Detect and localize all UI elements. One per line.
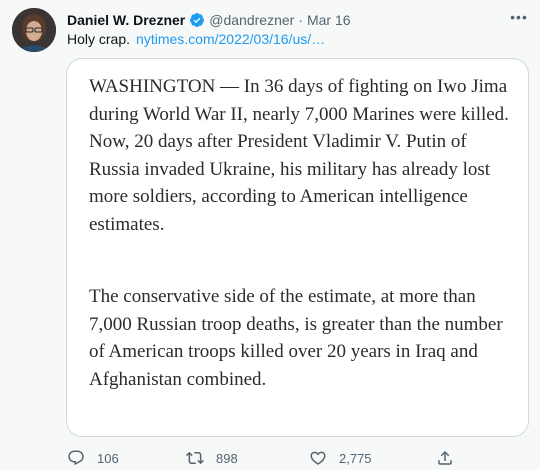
retweet-button[interactable]: 898 <box>186 448 238 468</box>
tweet-text-content: Holy crap. <box>67 31 131 47</box>
share-button[interactable] <box>436 448 454 468</box>
retweet-icon <box>186 449 204 467</box>
separator-dot: · <box>298 12 303 28</box>
reply-button[interactable]: 106 <box>67 448 119 468</box>
like-icon <box>309 449 327 467</box>
tweet-text: Holy crap. nytimes.com/2022/03/16/us/… <box>67 31 325 47</box>
more-icon[interactable]: ••• <box>510 10 528 24</box>
avatar[interactable] <box>12 8 56 52</box>
reply-icon <box>67 449 85 467</box>
verified-badge-icon <box>189 12 205 28</box>
author-handle[interactable]: @dandrezner <box>209 12 294 28</box>
retweet-count: 898 <box>216 450 238 466</box>
quote-paragraph: WASHINGTON — In 36 days of fighting on I… <box>89 76 509 235</box>
share-icon <box>436 449 454 467</box>
reply-count: 106 <box>97 450 119 466</box>
tweet-link[interactable]: nytimes.com/2022/03/16/us/… <box>136 31 325 47</box>
tweet-date[interactable]: Mar 16 <box>307 12 351 28</box>
quoted-article-image[interactable]: WASHINGTON — In 36 days of fighting on I… <box>66 58 529 437</box>
like-count: 2,775 <box>339 450 372 466</box>
quote-paragraph: The conservative side of the estimate, a… <box>89 286 503 390</box>
like-button[interactable]: 2,775 <box>309 448 372 468</box>
author-name[interactable]: Daniel W. Drezner <box>67 12 185 28</box>
tweet-actions: 106 898 2,775 <box>67 448 537 468</box>
tweet[interactable]: Daniel W. Drezner @dandrezner · Mar 16 •… <box>0 0 540 470</box>
tweet-header: Daniel W. Drezner @dandrezner · Mar 16 <box>67 10 351 30</box>
